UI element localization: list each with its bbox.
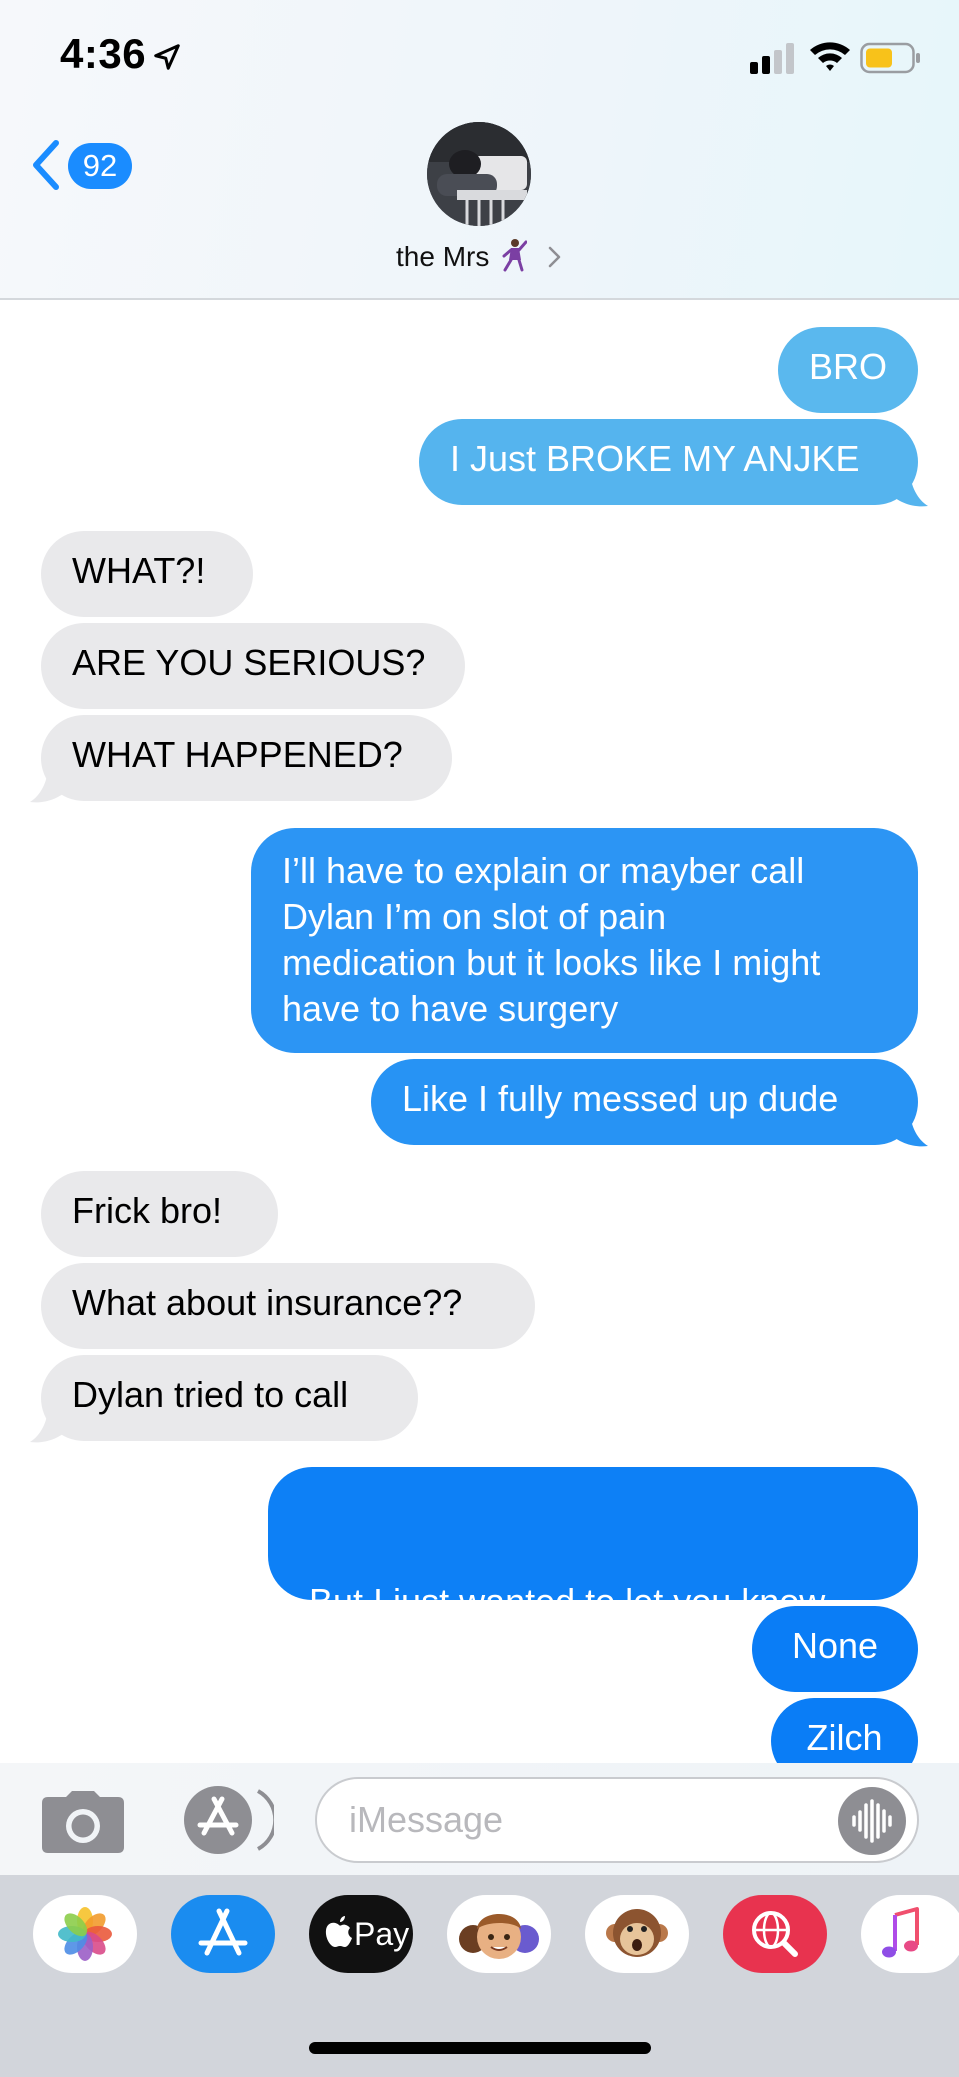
apple-pay-icon[interactable]: Pay: [309, 1895, 413, 1973]
sent-message[interactable]: But I just wanted to let you know plse p…: [268, 1467, 918, 1760]
home-indicator[interactable]: [309, 2042, 651, 2054]
location-arrow-icon: [154, 44, 180, 70]
sent-message[interactable]: I’ll have to explain or mayber call Dyla…: [251, 828, 918, 1053]
chevron-left-icon: [33, 140, 59, 190]
received-message[interactable]: WHAT HAPPENED?: [41, 715, 452, 801]
unread-count-badge: 92: [68, 143, 132, 189]
avatar-photo: [427, 122, 531, 226]
apple-pay-label: Pay: [354, 1916, 410, 1952]
memoji-icon[interactable]: [447, 1895, 551, 1973]
received-message[interactable]: WHAT?!: [41, 531, 253, 617]
monkey-animoji-icon[interactable]: [585, 1895, 689, 1973]
music-icon[interactable]: [861, 1895, 959, 1973]
back-button[interactable]: 92: [28, 135, 138, 195]
conversation-header: 4:36 92 the Mrs: [0, 0, 959, 300]
received-bubble-tail: [30, 1406, 70, 1443]
photos-app-icon[interactable]: [33, 1895, 137, 1973]
received-message[interactable]: Frick bro!: [41, 1171, 278, 1257]
compose-bar: [0, 1763, 959, 1875]
contact-name-row[interactable]: the Mrs: [0, 238, 959, 273]
web-search-icon[interactable]: [723, 1895, 827, 1973]
chevron-right-icon: [548, 246, 561, 268]
status-time: 4:36: [60, 30, 147, 77]
sent-message[interactable]: Like I fully messed up dude: [371, 1059, 918, 1145]
camera-icon[interactable]: [42, 1791, 124, 1853]
app-store-icon[interactable]: [178, 1785, 274, 1855]
dancer-emoji-icon: [502, 239, 528, 272]
sent-message[interactable]: I Just BROKE MY ANJKE: [419, 419, 918, 505]
cellular-signal-icon: [750, 43, 794, 74]
sent-message[interactable]: Zilch: [771, 1698, 918, 1763]
contact-name: the Mrs: [396, 241, 490, 272]
partial-message-clip: Zilch: [0, 1698, 959, 1763]
message-input[interactable]: [315, 1777, 919, 1863]
battery-icon: [860, 42, 920, 74]
received-message[interactable]: What about insurance??: [41, 1263, 535, 1349]
received-message[interactable]: ARE YOU SERIOUS?: [41, 623, 465, 709]
wifi-icon: [810, 42, 850, 71]
sent-bubble-tail: [888, 470, 928, 507]
sent-bubble-tail: [888, 1110, 928, 1147]
contact-avatar[interactable]: [427, 122, 531, 226]
audio-waveform-icon[interactable]: [838, 1787, 906, 1855]
sent-message[interactable]: BRO: [778, 327, 918, 413]
app-store-app-icon[interactable]: [171, 1895, 275, 1973]
sent-message[interactable]: None: [752, 1606, 918, 1692]
received-bubble-tail: [30, 766, 70, 803]
received-message[interactable]: Dylan tried to call: [41, 1355, 418, 1441]
